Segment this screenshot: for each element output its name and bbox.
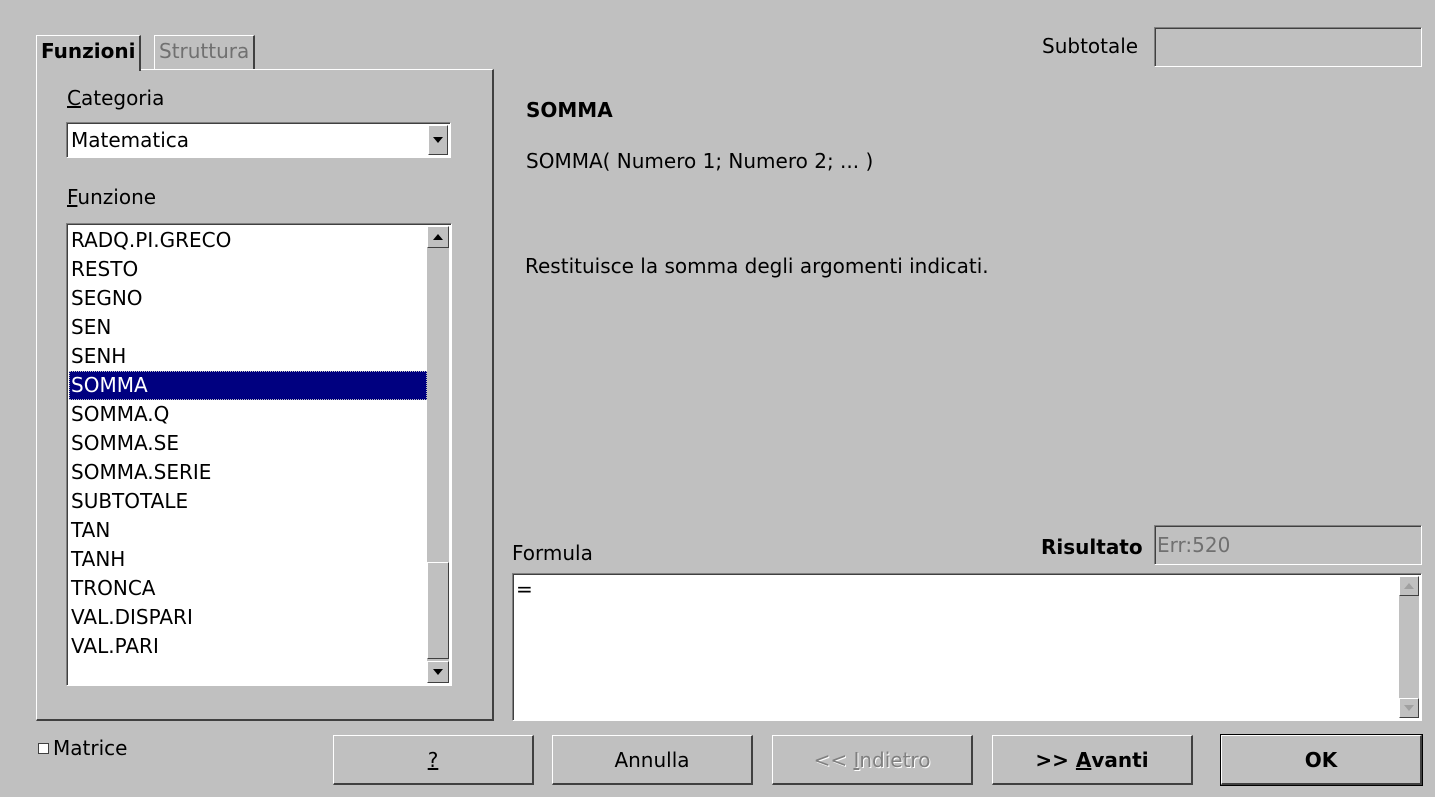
category-dropdown[interactable]: Matematica [66,122,451,158]
back-button[interactable]: << Indietro [772,735,973,785]
formula-input[interactable]: = [512,573,1422,721]
matrix-checkbox[interactable]: Matrice [38,736,127,760]
tab-struttura[interactable]: Struttura [154,35,256,69]
result-label: Risultato [1041,535,1143,559]
list-item[interactable]: VAL.DISPARI [69,603,427,632]
list-item[interactable]: SOMMA.SE [69,429,427,458]
list-item[interactable]: RADQ.PI.GRECO [69,226,427,255]
function-title: SOMMA [526,98,613,122]
list-item[interactable]: SOMMA.Q [69,400,427,429]
result-field: Err:520 [1154,525,1422,565]
function-label: Funzione [67,185,157,209]
next-button[interactable]: >> Avanti [992,735,1193,785]
list-item[interactable]: TAN [69,516,427,545]
list-item[interactable]: SOMMA.SERIE [69,458,427,487]
function-description: Restituisce la somma degli argomenti ind… [525,254,989,278]
formula-scrollbar[interactable] [1399,576,1419,718]
scroll-up-icon[interactable] [427,226,449,248]
function-list-scrollbar[interactable] [427,226,449,683]
list-item[interactable]: SEGNO [69,284,427,313]
tab-struttura-label: Struttura [159,39,250,63]
scroll-up-icon[interactable] [1399,576,1419,596]
tab-funzioni-label: Funzioni [41,39,136,63]
formula-label: Formula [512,541,593,565]
chevron-down-icon[interactable] [428,125,448,155]
formula-value: = [516,577,533,601]
list-item[interactable]: SEN [69,313,427,342]
scroll-thumb[interactable] [427,562,449,659]
result-value: Err:520 [1157,533,1231,557]
scroll-down-icon[interactable] [1399,698,1419,718]
help-button[interactable]: ? [333,735,534,785]
subtotal-field [1154,27,1422,67]
category-label: Categoria [67,86,165,110]
subtotal-label: Subtotale [1042,34,1139,58]
list-item[interactable]: TRONCA [69,574,427,603]
category-value: Matematica [71,128,190,152]
tab-funzioni[interactable]: Funzioni [36,35,142,71]
list-item[interactable]: RESTO [69,255,427,284]
function-list[interactable]: RADQ.PI.GRECO RESTO SEGNO SEN SENH SOMMA… [66,223,452,686]
matrix-label: Matrice [53,736,128,760]
ok-button[interactable]: OK [1220,734,1423,786]
cancel-button[interactable]: Annulla [552,735,753,785]
list-item[interactable]: SUBTOTALE [69,487,427,516]
checkbox-icon [38,742,49,754]
function-syntax: SOMMA( Numero 1; Numero 2; ... ) [526,149,874,173]
list-item[interactable]: VAL.PARI [69,632,427,661]
list-item[interactable]: SENH [69,342,427,371]
list-item-selected[interactable]: SOMMA [69,371,427,400]
list-item[interactable]: TANH [69,545,427,574]
scroll-down-icon[interactable] [427,661,449,683]
